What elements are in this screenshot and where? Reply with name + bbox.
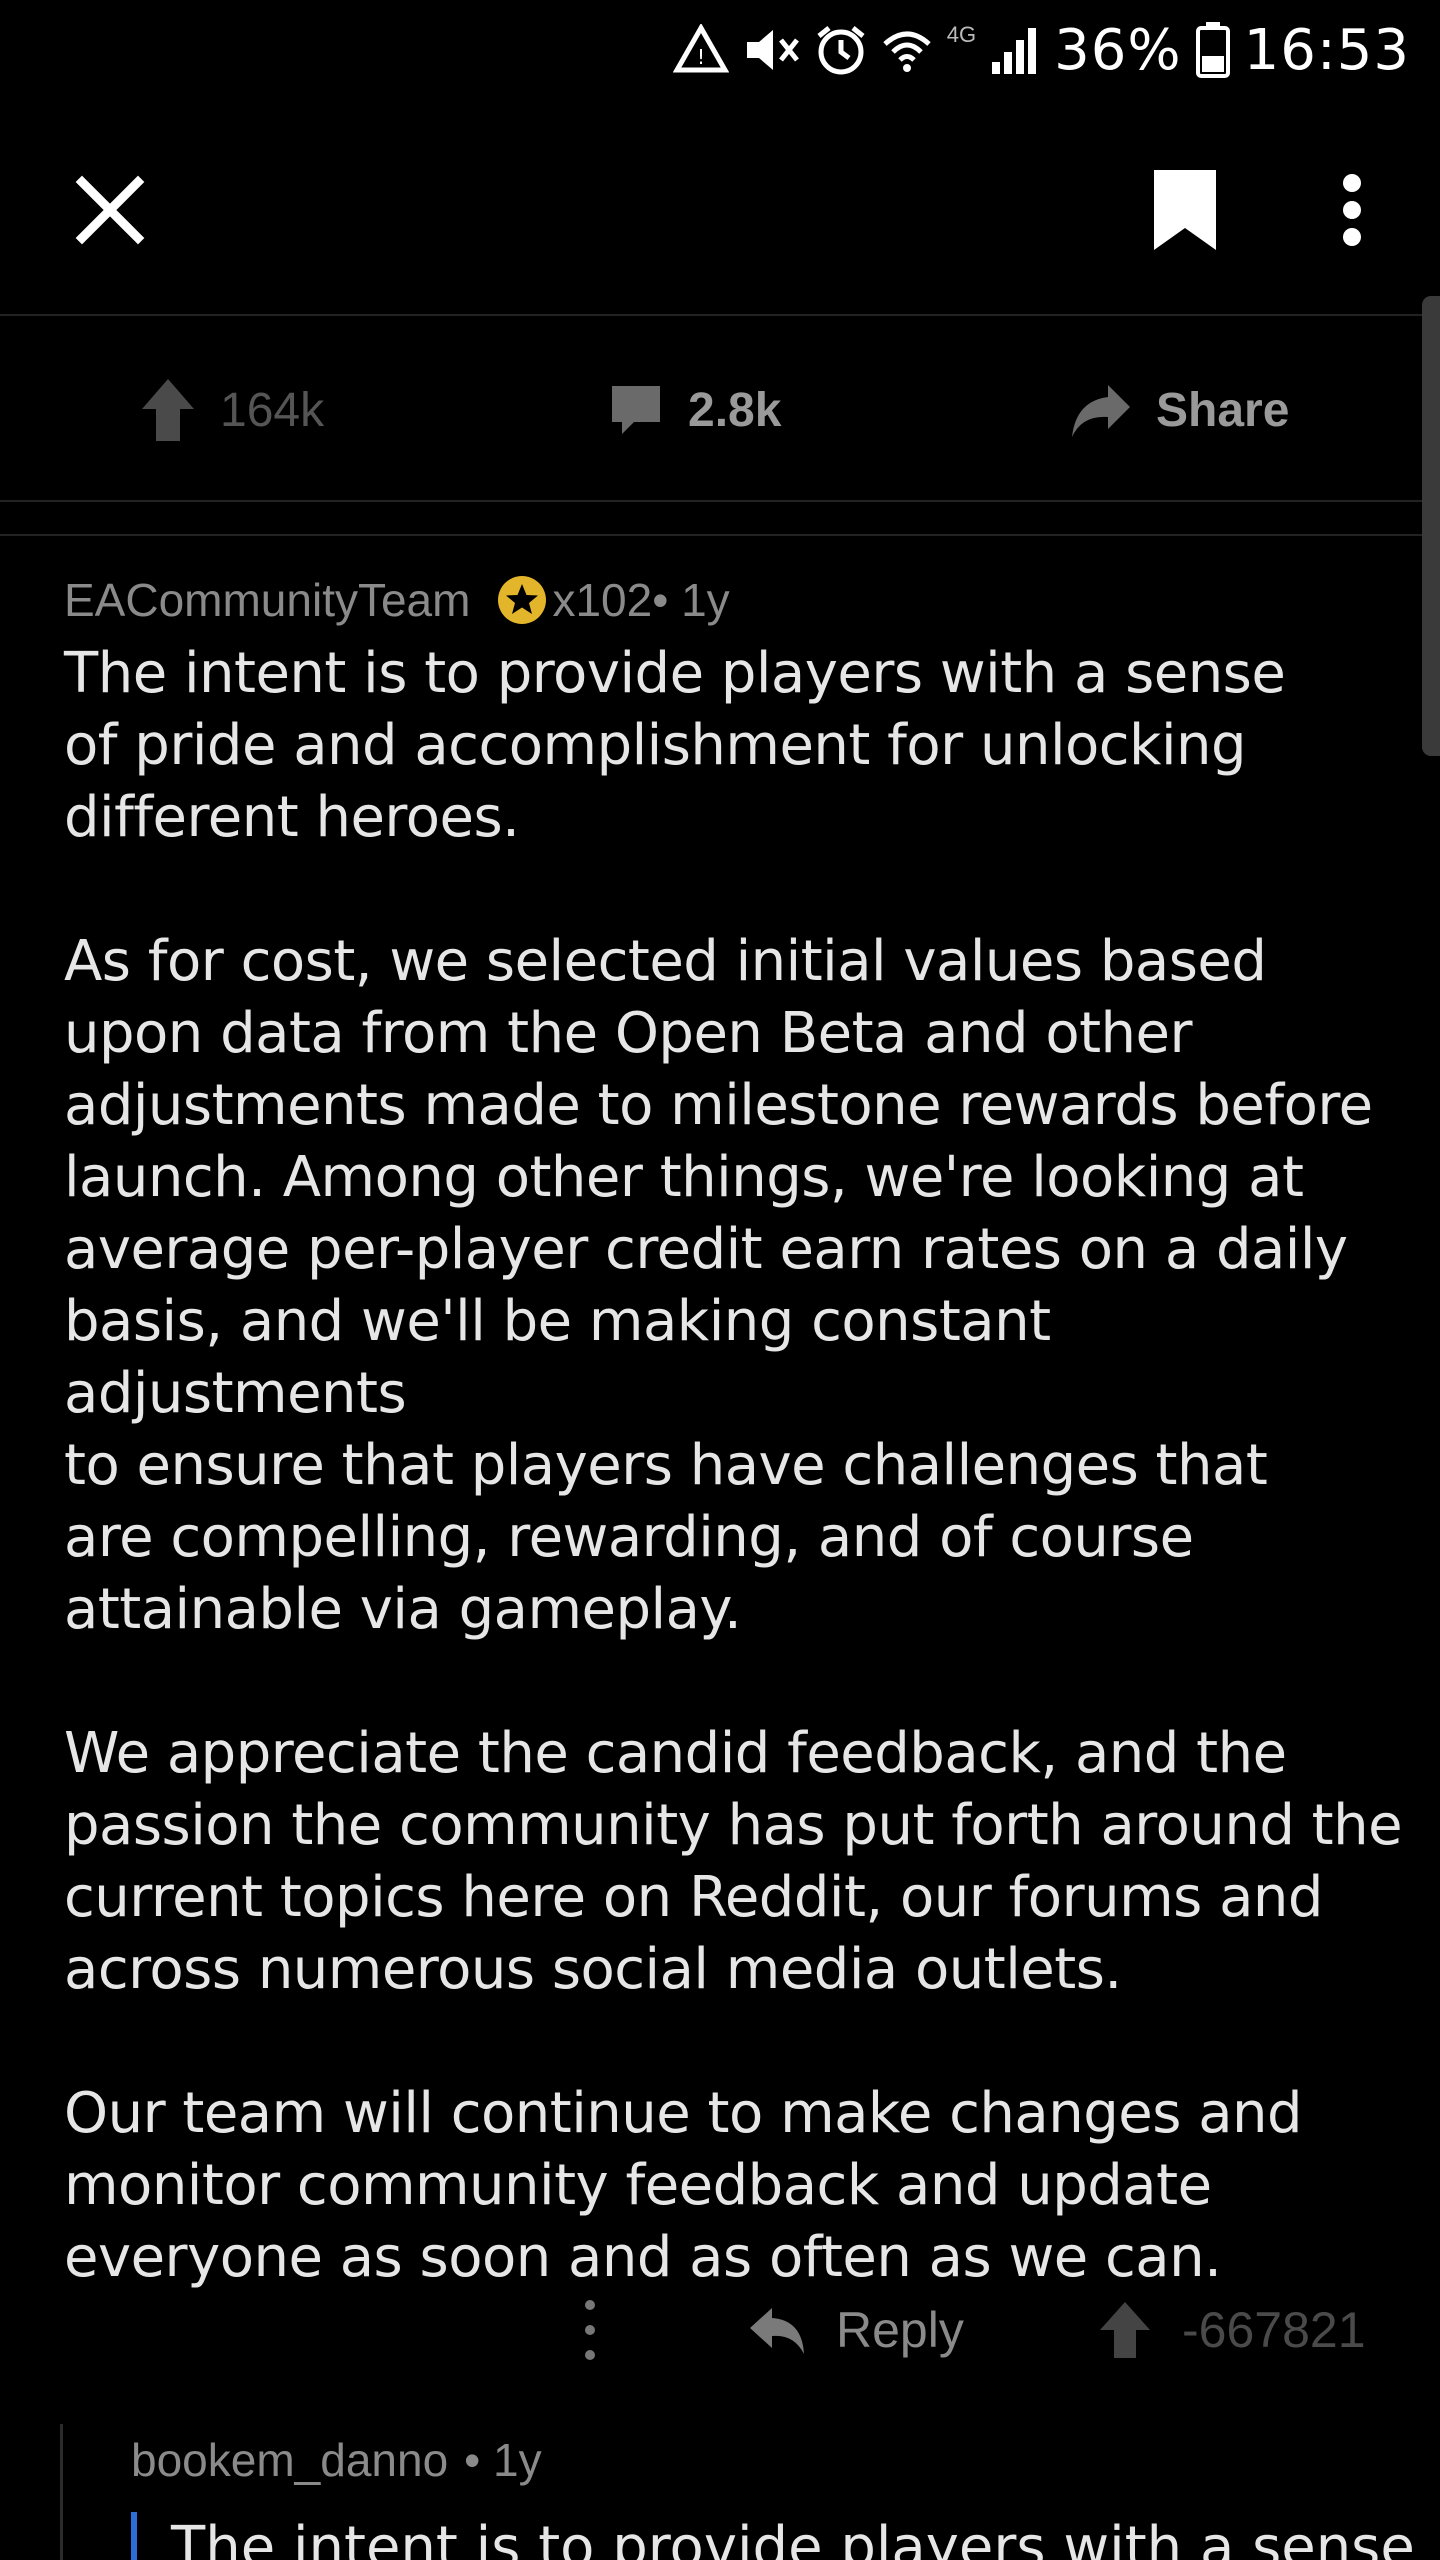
upvote-button[interactable]: 164k [140, 318, 324, 502]
bookmark-icon [1154, 170, 1216, 250]
svg-text:!: ! [697, 45, 705, 69]
comment-actions: Reply -667821 [0, 2280, 1440, 2380]
reply-arrow-icon [750, 2308, 804, 2354]
comment-age: • 1y [652, 574, 730, 626]
comment-body: The intent is to provide players with a … [64, 638, 1404, 2294]
lte-label: 4G [946, 22, 977, 47]
clock: 16:53 [1243, 17, 1410, 83]
share-label: Share [1156, 383, 1290, 437]
reply-author[interactable]: bookem_danno [131, 2433, 448, 2487]
comment-author[interactable]: EACommunityTeam [64, 573, 470, 627]
reply-label: Reply [836, 2302, 964, 2358]
upvote-count: 164k [220, 383, 325, 437]
post-action-bar: 164k 2.8k Share [0, 318, 1440, 502]
comment-bubble-icon [612, 386, 660, 434]
award-icon [496, 574, 548, 626]
comment-meta: EACommunityTeam x102 • 1y [64, 564, 1404, 636]
reply-quote: The intent is to provide players with a … [131, 2512, 1415, 2560]
award-count: x102 [552, 574, 653, 626]
comment-paragraph: We appreciate the candid feedback, and t… [64, 1721, 1403, 2002]
more-vertical-icon [1343, 174, 1361, 192]
battery-percent: 36% [1054, 17, 1182, 83]
scrollbar[interactable] [1422, 296, 1440, 756]
mute-icon [743, 20, 801, 80]
status-bar: ! 4G 36% 16:53 [0, 0, 1440, 100]
share-arrow-icon [1072, 385, 1130, 437]
more-vertical-icon [585, 2300, 595, 2310]
comment-paragraph: As for cost, we selected initial values … [64, 929, 1373, 1642]
close-button[interactable] [74, 174, 146, 246]
recycle-alert-icon: ! [672, 20, 729, 80]
comment-paragraph: The intent is to provide players with a … [64, 641, 1286, 850]
top-toolbar [0, 100, 1440, 316]
close-icon [75, 175, 145, 245]
reply-button[interactable]: Reply [748, 2280, 964, 2380]
divider [0, 534, 1440, 536]
upvote-arrow-icon [1100, 2302, 1150, 2358]
reply-age: • 1y [464, 2434, 542, 2486]
signal-icon [990, 20, 1040, 80]
comment-paragraph: Our team will continue to make changes a… [64, 2081, 1303, 2290]
reply-meta: bookem_danno • 1y [131, 2424, 542, 2496]
comment-count: 2.8k [688, 383, 782, 437]
upvote-arrow-icon [142, 379, 194, 441]
comment-more-button[interactable] [580, 2300, 600, 2360]
wifi-icon [881, 20, 933, 80]
more-options-button[interactable] [1328, 170, 1376, 250]
comment-upvote-button[interactable]: -667821 [1098, 2280, 1366, 2380]
post-detail-screen: ! 4G 36% 16:53 164k 2.8k Share EACommuni… [0, 0, 1440, 2560]
battery-icon [1195, 20, 1230, 80]
bookmark-button[interactable] [1148, 166, 1222, 254]
comment: EACommunityTeam x102 • 1y The intent is … [64, 564, 1404, 2294]
comment-score: -667821 [1182, 2302, 1366, 2358]
comments-button[interactable]: 2.8k [608, 318, 781, 502]
alarm-icon [815, 20, 867, 80]
share-button[interactable]: Share [1068, 318, 1289, 502]
reply-comment: bookem_danno • 1y The intent is to provi… [60, 2424, 1440, 2560]
